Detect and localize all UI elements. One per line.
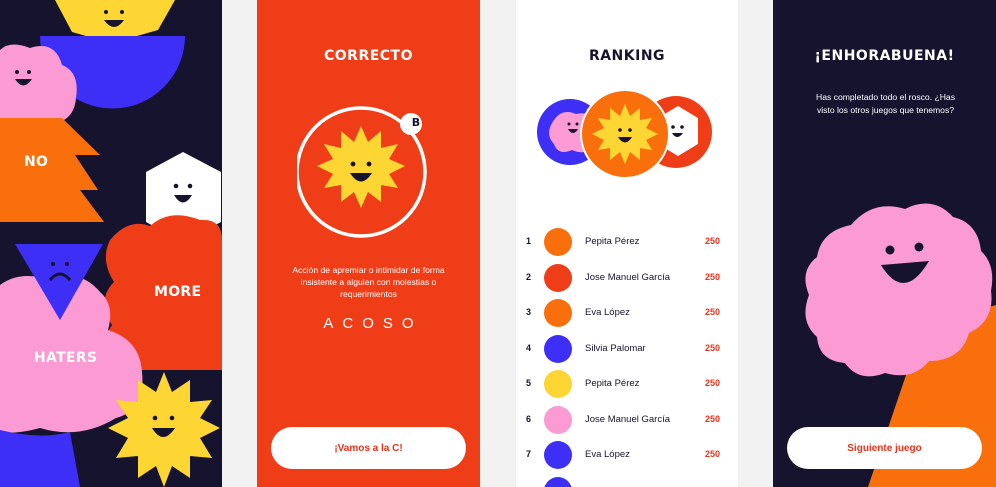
congratulations-screen: ¡ENHORABUENA! Has completado todo el ros… xyxy=(773,0,996,487)
next-letter-button[interactable]: ¡Vamos a la C! xyxy=(271,427,466,469)
answer-word: ACOSO xyxy=(323,315,423,332)
next-game-button[interactable]: Siguiente juego xyxy=(787,427,982,469)
rank-position: 5 xyxy=(526,378,532,388)
player-name: Pepita Pérez xyxy=(585,236,640,247)
ranking-row[interactable]: 7 Eva López 250 xyxy=(516,438,738,473)
word-haters: HATERS xyxy=(34,350,98,366)
word-no: NO xyxy=(24,154,49,170)
ranking-row[interactable]: 4 Silvia Palomar 250 xyxy=(516,332,738,367)
player-avatar xyxy=(544,476,572,487)
player-name: Jose Manuel García xyxy=(585,271,671,283)
player-score: 250 xyxy=(704,378,720,388)
player-name: Silvia Palomar xyxy=(585,342,646,354)
screen-title: RANKING xyxy=(588,48,666,64)
player-avatar xyxy=(544,334,572,363)
player-name: Eva López xyxy=(585,307,630,318)
ranking-row[interactable]: 6 Jose Manuel García 250 xyxy=(516,403,738,438)
ranking-row-partial xyxy=(516,474,738,487)
ranking-row[interactable]: 1 Pepita Pérez 250 xyxy=(516,225,738,260)
rank-position: 2 xyxy=(526,271,532,282)
player-avatar xyxy=(544,263,572,292)
player-avatar xyxy=(544,228,572,256)
player-score: 250 xyxy=(704,271,720,282)
player-avatar xyxy=(544,441,572,469)
definition-text: Acción de apremiar o intimidar de forma … xyxy=(292,265,445,299)
illustration-panel: NO MORE HATERS xyxy=(0,0,222,487)
player-score: 250 xyxy=(704,342,720,353)
player-avatar xyxy=(544,299,572,327)
ranking-row[interactable]: 2 Jose Manuel García 250 xyxy=(516,261,738,296)
word-more: MORE xyxy=(154,284,202,300)
blue-bottom-shape xyxy=(0,430,80,487)
player-name: Pepita Pérez xyxy=(585,378,640,389)
player-avatar xyxy=(544,405,572,434)
player-name: Eva López xyxy=(585,449,630,460)
rank-position: 7 xyxy=(526,449,532,459)
player-score: 250 xyxy=(704,449,720,459)
correct-answer-screen: CORRECTO B Acción de apremiar o intimida… xyxy=(257,0,480,487)
screen-title: CORRECTO xyxy=(323,48,414,64)
characters-illustration xyxy=(0,0,222,487)
ranking-avatars xyxy=(537,90,712,179)
player-avatar xyxy=(544,370,572,398)
player-score: 250 xyxy=(704,236,720,246)
rank-position: 6 xyxy=(526,413,532,424)
ranking-row[interactable]: 3 Eva López 250 xyxy=(516,296,738,331)
rank-position: 3 xyxy=(526,307,532,317)
player-name: Jose Manuel García xyxy=(585,413,671,425)
completion-message: Has completado todo el rosco. ¿Has visto… xyxy=(816,92,955,115)
rank-position: 1 xyxy=(526,236,532,246)
player-score: 250 xyxy=(704,307,720,317)
orange-tree-shape xyxy=(0,118,104,222)
app-screens: NO MORE HATERS CORRECTO B Acción de apre… xyxy=(0,0,996,487)
screen-title: ¡ENHORABUENA! xyxy=(814,48,955,64)
ranking-row[interactable]: 5 Pepita Pérez 250 xyxy=(516,367,738,402)
rank-position: 4 xyxy=(526,342,532,353)
letter-label: B xyxy=(411,116,421,129)
player-score: 250 xyxy=(704,413,720,424)
sun-icon xyxy=(317,126,405,208)
avatar-orange-sun xyxy=(580,90,670,179)
ranking-screen: RANKING 1 Pepita Pérez 250 2 Jose Manuel… xyxy=(516,0,738,487)
